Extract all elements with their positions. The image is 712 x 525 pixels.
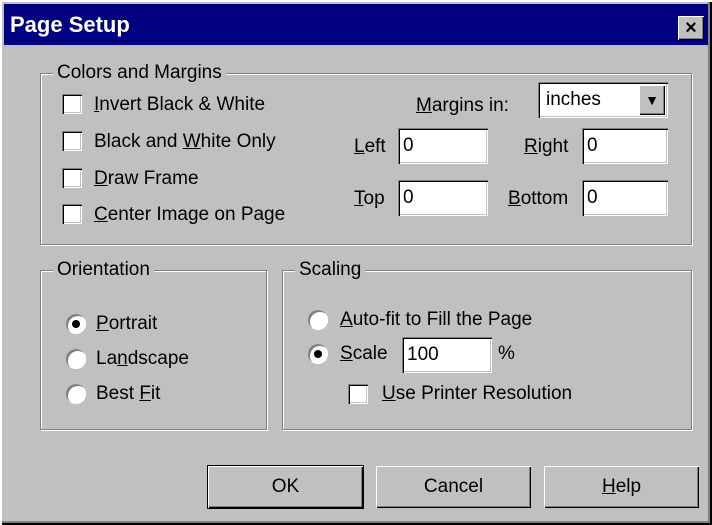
draw-frame-checkbox[interactable]: [62, 168, 82, 188]
close-icon: ×: [685, 16, 697, 39]
best-fit-label[interactable]: Best Fit: [96, 383, 160, 405]
radio-dot: [314, 350, 322, 358]
top-margin-input[interactable]: 0: [398, 180, 488, 216]
margins-unit-select[interactable]: inches ▼: [538, 82, 668, 118]
scale-percent-input[interactable]: 100: [402, 337, 492, 373]
portrait-label[interactable]: Portrait: [96, 313, 157, 335]
left-margin-input[interactable]: 0: [398, 128, 488, 164]
scale-label[interactable]: Scale: [340, 343, 388, 365]
right-margin-label: Right: [524, 136, 569, 157]
center-image-label[interactable]: Center Image on Page: [94, 204, 285, 226]
margins-unit-value: inches: [546, 89, 601, 110]
top-margin-label: Top: [354, 188, 385, 209]
bottom-margin-label: Bottom: [508, 188, 569, 209]
colors-margins-legend: Colors and Margins: [53, 61, 226, 85]
landscape-radio[interactable]: [66, 349, 86, 369]
title-bar[interactable]: Page Setup ×: [4, 4, 708, 45]
dialog-title: Page Setup: [10, 12, 130, 37]
printer-resolution-label[interactable]: Use Printer Resolution: [382, 383, 572, 405]
scaling-legend: Scaling: [295, 258, 366, 282]
autofit-radio[interactable]: [308, 310, 328, 330]
margins-in-label: Margins in:: [416, 95, 509, 116]
percent-sign: %: [498, 343, 515, 364]
invert-bw-label[interactable]: Invert Black & White: [94, 94, 265, 116]
orientation-legend: Orientation: [53, 258, 154, 282]
portrait-radio[interactable]: [66, 314, 86, 334]
bw-only-checkbox[interactable]: [62, 131, 82, 151]
center-image-checkbox[interactable]: [62, 204, 82, 224]
radio-dot: [72, 320, 80, 328]
close-button[interactable]: ×: [678, 16, 704, 40]
invert-bw-checkbox[interactable]: [62, 94, 82, 114]
printer-resolution-checkbox[interactable]: [348, 384, 368, 404]
left-margin-label: Left: [354, 136, 386, 157]
ok-button[interactable]: OK: [207, 465, 364, 509]
right-margin-input[interactable]: 0: [582, 128, 668, 164]
landscape-label[interactable]: Landscape: [96, 348, 189, 370]
page-setup-dialog: Page Setup × Colors and Margins Invert B…: [0, 0, 712, 525]
scale-radio[interactable]: [308, 344, 328, 364]
bottom-margin-input[interactable]: 0: [582, 180, 668, 216]
help-button[interactable]: Help: [544, 466, 699, 508]
cancel-button[interactable]: Cancel: [376, 466, 531, 508]
chevron-down-icon[interactable]: ▼: [639, 85, 665, 115]
autofit-label[interactable]: Auto-fit to Fill the Page: [340, 309, 532, 331]
bw-only-label[interactable]: Black and White Only: [94, 131, 276, 153]
draw-frame-label[interactable]: Draw Frame: [94, 168, 199, 190]
best-fit-radio[interactable]: [66, 384, 86, 404]
